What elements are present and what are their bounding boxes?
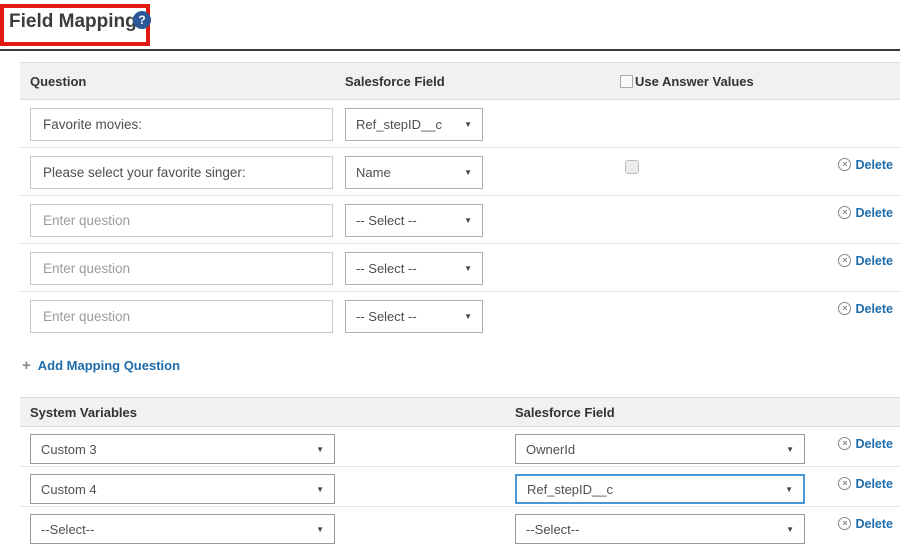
circle-x-icon: × <box>838 302 851 315</box>
delete-button[interactable]: × Delete <box>838 302 893 316</box>
system-row-2: Custom 4 ▼ Ref_stepID__c ▼ × Delete <box>20 467 900 507</box>
delete-button[interactable]: × Delete <box>838 477 893 491</box>
delete-label: Delete <box>855 206 893 220</box>
delete-label: Delete <box>855 477 893 491</box>
salesforce-field-select[interactable]: -- Select -- ▼ <box>345 252 483 285</box>
selected-field-value: OwnerId <box>526 442 575 457</box>
delete-button[interactable]: × Delete <box>838 254 893 268</box>
chevron-down-icon: ▼ <box>464 312 472 321</box>
mapping-row-3: -- Select -- ▼ × Delete <box>20 196 900 244</box>
add-mapping-question-label: Add Mapping Question <box>38 358 180 373</box>
mapping-row-5: -- Select -- ▼ × Delete <box>20 292 900 340</box>
delete-button[interactable]: × Delete <box>838 158 893 172</box>
page-title: Field Mapping <box>9 11 137 33</box>
circle-x-icon: × <box>838 254 851 267</box>
selected-variable-value: --Select-- <box>41 522 94 537</box>
mapping-row-2: Name ▼ × Delete <box>20 148 900 196</box>
column-header-system-variables: System Variables <box>20 405 515 420</box>
system-variable-select[interactable]: Custom 3 ▼ <box>30 434 335 464</box>
delete-label: Delete <box>855 158 893 172</box>
delete-button[interactable]: × Delete <box>838 206 893 220</box>
chevron-down-icon: ▼ <box>786 525 794 534</box>
salesforce-field-select[interactable]: Name ▼ <box>345 156 483 189</box>
delete-label: Delete <box>855 254 893 268</box>
circle-x-icon: × <box>838 206 851 219</box>
selected-field-value: --Select-- <box>526 522 579 537</box>
salesforce-field-select-focused[interactable]: Ref_stepID__c ▼ <box>515 474 805 504</box>
chevron-down-icon: ▼ <box>464 168 472 177</box>
use-answer-values-header: Use Answer Values <box>620 74 805 89</box>
system-variable-select[interactable]: --Select-- ▼ <box>30 514 335 544</box>
use-answer-values-label: Use Answer Values <box>635 74 754 89</box>
delete-label: Delete <box>855 437 893 451</box>
salesforce-field-select[interactable]: OwnerId ▼ <box>515 434 805 464</box>
circle-x-icon: × <box>838 437 851 450</box>
salesforce-field-select[interactable]: -- Select -- ▼ <box>345 300 483 333</box>
chevron-down-icon: ▼ <box>316 445 324 454</box>
chevron-down-icon: ▼ <box>464 264 472 273</box>
question-table-header: Question Salesforce Field Use Answer Val… <box>20 62 900 100</box>
selected-field-value: -- Select -- <box>356 309 417 324</box>
system-variable-select[interactable]: Custom 4 ▼ <box>30 474 335 504</box>
add-mapping-question-button[interactable]: + Add Mapping Question <box>22 358 180 373</box>
selected-variable-value: Custom 3 <box>41 442 97 457</box>
column-header-question: Question <box>20 74 345 89</box>
circle-x-icon: × <box>838 517 851 530</box>
chevron-down-icon: ▼ <box>464 120 472 129</box>
question-input[interactable] <box>30 156 333 189</box>
annotation-highlight-box: Field Mapping <box>0 4 150 46</box>
delete-button[interactable]: × Delete <box>838 437 893 451</box>
chevron-down-icon: ▼ <box>316 485 324 494</box>
question-mapping-table: Question Salesforce Field Use Answer Val… <box>20 62 900 340</box>
plus-icon: + <box>22 358 31 373</box>
use-answer-values-row-checkbox[interactable] <box>625 160 639 174</box>
chevron-down-icon: ▼ <box>316 525 324 534</box>
question-input[interactable] <box>30 300 333 333</box>
salesforce-field-select[interactable]: Ref_stepID__c ▼ <box>345 108 483 141</box>
system-table-header: System Variables Salesforce Field <box>20 397 900 427</box>
help-icon[interactable]: ? <box>133 11 151 29</box>
circle-x-icon: × <box>838 477 851 490</box>
column-header-salesforce-field: Salesforce Field <box>515 405 805 420</box>
question-input[interactable] <box>30 108 333 141</box>
question-input[interactable] <box>30 204 333 237</box>
system-row-3: --Select-- ▼ --Select-- ▼ × Delete <box>20 507 900 547</box>
title-divider <box>0 49 900 51</box>
mapping-row-4: -- Select -- ▼ × Delete <box>20 244 900 292</box>
chevron-down-icon: ▼ <box>786 445 794 454</box>
column-header-salesforce-field: Salesforce Field <box>345 74 620 89</box>
chevron-down-icon: ▼ <box>464 216 472 225</box>
system-row-1: Custom 3 ▼ OwnerId ▼ × Delete <box>20 427 900 467</box>
delete-label: Delete <box>855 517 893 531</box>
selected-field-value: -- Select -- <box>356 213 417 228</box>
use-answer-values-checkbox[interactable] <box>620 75 633 88</box>
selected-field-value: Ref_stepID__c <box>527 482 613 497</box>
salesforce-field-select[interactable]: -- Select -- ▼ <box>345 204 483 237</box>
system-variables-table: System Variables Salesforce Field Custom… <box>20 397 900 547</box>
mapping-row-1: Ref_stepID__c ▼ <box>20 100 900 148</box>
salesforce-field-select[interactable]: --Select-- ▼ <box>515 514 805 544</box>
selected-field-value: Name <box>356 165 391 180</box>
field-mapping-page: Field Mapping ? Question Salesforce Fiel… <box>0 0 900 548</box>
chevron-down-icon: ▼ <box>785 485 793 494</box>
circle-x-icon: × <box>838 158 851 171</box>
selected-field-value: -- Select -- <box>356 261 417 276</box>
selected-field-value: Ref_stepID__c <box>356 117 442 132</box>
question-input[interactable] <box>30 252 333 285</box>
delete-label: Delete <box>855 302 893 316</box>
selected-variable-value: Custom 4 <box>41 482 97 497</box>
delete-button[interactable]: × Delete <box>838 517 893 531</box>
